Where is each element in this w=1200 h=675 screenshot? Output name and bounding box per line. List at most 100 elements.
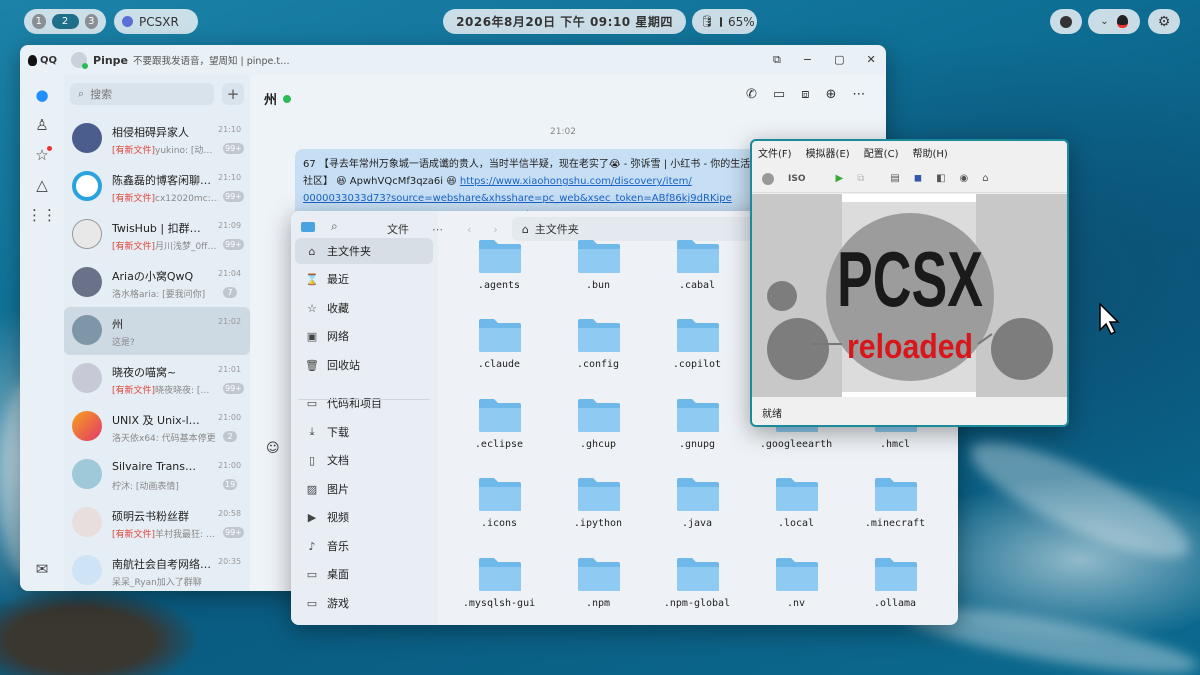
- folder-item[interactable]: .ollama: [845, 552, 945, 624]
- screen-share-icon[interactable]: ⧈: [801, 87, 809, 102]
- memcard-icon[interactable]: ▤: [890, 173, 899, 184]
- more-icon[interactable]: ⋯: [432, 223, 443, 236]
- workspace-2[interactable]: 2: [51, 14, 79, 29]
- sidebar-item-10[interactable]: ▶ 视频: [295, 504, 433, 530]
- folder-item[interactable]: .ghcup: [548, 393, 648, 465]
- unread-badge: 19: [223, 479, 238, 490]
- gamepad-icon[interactable]: ⌂: [982, 173, 988, 184]
- chat-item-selected[interactable]: 州 21:02 这是?: [64, 307, 250, 355]
- menu-config[interactable]: 配置(C): [864, 145, 899, 160]
- folder-item[interactable]: .bun: [548, 234, 648, 306]
- pin-icon[interactable]: ⧉: [773, 53, 781, 67]
- folder-label: .icons: [480, 518, 518, 529]
- sidebar-toggle-icon[interactable]: [301, 222, 315, 232]
- sidebar-item-8[interactable]: ▯ 文档: [295, 447, 433, 473]
- apps-grid-icon[interactable]: ⋮⋮: [27, 205, 57, 225]
- folder-item[interactable]: .icons: [449, 472, 549, 544]
- video-call-icon[interactable]: ▭: [773, 87, 785, 102]
- battery-indicator[interactable]: 🛢 65%: [692, 9, 757, 34]
- menu-file[interactable]: 文件(F): [758, 145, 792, 160]
- sound-icon[interactable]: ◧: [936, 173, 945, 184]
- add-button[interactable]: +: [222, 83, 244, 105]
- file-menu-label[interactable]: 文件: [368, 221, 428, 237]
- clock[interactable]: 2026年8月20日 下午 09:10 星期四: [443, 9, 686, 34]
- sidebar-item-2[interactable]: ⌛ 最近: [295, 266, 433, 292]
- menu-icon[interactable]: ≡: [32, 587, 52, 591]
- tray-button[interactable]: [1050, 9, 1082, 34]
- graphics-icon[interactable]: ◼: [914, 173, 922, 184]
- sidebar-item-13[interactable]: ▭ 游戏: [295, 590, 433, 616]
- search-icon[interactable]: ⌕: [331, 219, 338, 234]
- space-icon[interactable]: △: [32, 175, 52, 195]
- chat-name: Ariaの小窝QwQ: [112, 270, 194, 283]
- sidebar-item-1[interactable]: ⌂ 主文件夹: [295, 238, 433, 264]
- menu-emulator[interactable]: 模拟器(E): [806, 145, 850, 160]
- run-icon[interactable]: ▶: [835, 173, 843, 184]
- folder-item[interactable]: .agents: [449, 234, 549, 306]
- mail-icon[interactable]: ✉: [32, 559, 52, 579]
- emoji-icon[interactable]: ☺: [266, 441, 280, 456]
- folder-item[interactable]: .minecraft: [845, 472, 945, 544]
- message-link[interactable]: https://www.xiaohongshu.com/discovery/it…: [460, 176, 692, 187]
- user-avatar[interactable]: [71, 52, 89, 69]
- maximize-button[interactable]: ▢: [834, 53, 844, 67]
- contacts-icon[interactable]: ♙: [32, 115, 52, 135]
- chat-item[interactable]: UNIX 及 Unix-l… 21:00 洛天依x64: 代码基本停更 2: [64, 403, 250, 451]
- workspace-1[interactable]: 1: [32, 14, 46, 29]
- chat-name: UNIX 及 Unix-l…: [112, 414, 200, 427]
- folder-item[interactable]: .npm: [548, 552, 648, 624]
- workspace-switcher[interactable]: 1 2 3: [24, 9, 106, 34]
- folder-item[interactable]: .npm-global: [647, 552, 747, 624]
- chat-item[interactable]: Ariaの小窝QwQ 21:04 洛水格aria: [要我问你] 7: [64, 259, 250, 307]
- phone-icon[interactable]: ✆: [746, 87, 757, 102]
- search-input[interactable]: ⌕ 搜索: [70, 83, 214, 105]
- workspace-3[interactable]: 3: [84, 14, 98, 29]
- chat-item[interactable]: 南航社会自考网络… 20:35 呆呆_Ryan加入了群聊: [64, 547, 250, 591]
- add-member-icon[interactable]: ⊕: [825, 87, 836, 102]
- cd-icon[interactable]: [762, 172, 774, 185]
- message-link[interactable]: 0000033033d73?source=webshare&xhsshare=p…: [303, 190, 807, 207]
- sidebar-item-11[interactable]: ♪ 音乐: [295, 533, 433, 559]
- chat-item[interactable]: Silvaire Trans… 21:00 柠沐: [动画表情] 19: [64, 451, 250, 499]
- folder-item[interactable]: .gnupg: [647, 393, 747, 465]
- sidebar-item-4[interactable]: ▣ 网络: [295, 323, 433, 349]
- reset-icon[interactable]: ⧉: [857, 173, 864, 184]
- sidebar-item-5[interactable]: 🗑 回收站: [295, 352, 433, 378]
- folder-item[interactable]: .nv: [746, 552, 846, 624]
- chat-item[interactable]: 陈鑫磊的博客闲聊… 21:10 [有新文件]cx12020mc:… 99+: [64, 163, 250, 211]
- chat-message: 羊村我最狂: …: [155, 530, 215, 540]
- folder-item[interactable]: .cabal: [647, 234, 747, 306]
- chat-preview: 呆呆_Ryan加入了群聊: [112, 575, 218, 588]
- folder-item[interactable]: .mysqlsh-gui: [449, 552, 549, 624]
- chat-item[interactable]: TwisHub | 扣群… 21:09 [有新文件]月川浅梦_0ff… 99+: [64, 211, 250, 259]
- chat-item[interactable]: 相侵相碍异家人 21:10 [有新文件]yukino: [动… 99+: [64, 115, 250, 163]
- minimize-button[interactable]: −: [803, 53, 812, 67]
- folder-item[interactable]: .config: [548, 313, 648, 385]
- sidebar-item-6[interactable]: ▭ 代码和项目: [295, 390, 433, 416]
- star-icon[interactable]: ☆: [32, 145, 52, 165]
- folder-item[interactable]: .java: [647, 472, 747, 544]
- sidebar-item-label: 主文件夹: [327, 245, 371, 258]
- folder-item[interactable]: .local: [746, 472, 846, 544]
- folder-label: .local: [777, 518, 815, 529]
- close-button[interactable]: ✕: [866, 53, 875, 67]
- folder-item[interactable]: .ipython: [548, 472, 648, 544]
- folder-item[interactable]: .copilot: [647, 313, 747, 385]
- folder-item[interactable]: .eclipse: [449, 393, 549, 465]
- sidebar-item-12[interactable]: ▭ 桌面: [295, 561, 433, 587]
- pcsx-logo-area: PCSX reloaded: [752, 194, 1067, 397]
- active-app-indicator[interactable]: PCSXR: [114, 9, 198, 34]
- sidebar-item-9[interactable]: ▨ 图片: [295, 476, 433, 502]
- sidebar-item-3[interactable]: ☆ 收藏: [295, 295, 433, 321]
- tray-expand[interactable]: ⌄: [1088, 9, 1140, 34]
- chat-item[interactable]: 晓夜の喵窝~ 21:01 [有新文件]晓夜晓夜: [… 99+: [64, 355, 250, 403]
- sidebar-item-7[interactable]: ⤓ 下载: [295, 419, 433, 445]
- cdrom-icon[interactable]: ◉: [960, 173, 969, 184]
- message-icon[interactable]: ●: [32, 85, 52, 105]
- folder-item[interactable]: .claude: [449, 313, 549, 385]
- settings-button[interactable]: ⚙: [1148, 9, 1180, 34]
- iso-button[interactable]: ISO: [788, 174, 805, 184]
- chat-item[interactable]: 硕明云书粉丝群 20:58 [有新文件]羊村我最狂: … 99+: [64, 499, 250, 547]
- more-icon[interactable]: ⋯: [852, 87, 865, 102]
- menu-help[interactable]: 帮助(H): [912, 145, 947, 160]
